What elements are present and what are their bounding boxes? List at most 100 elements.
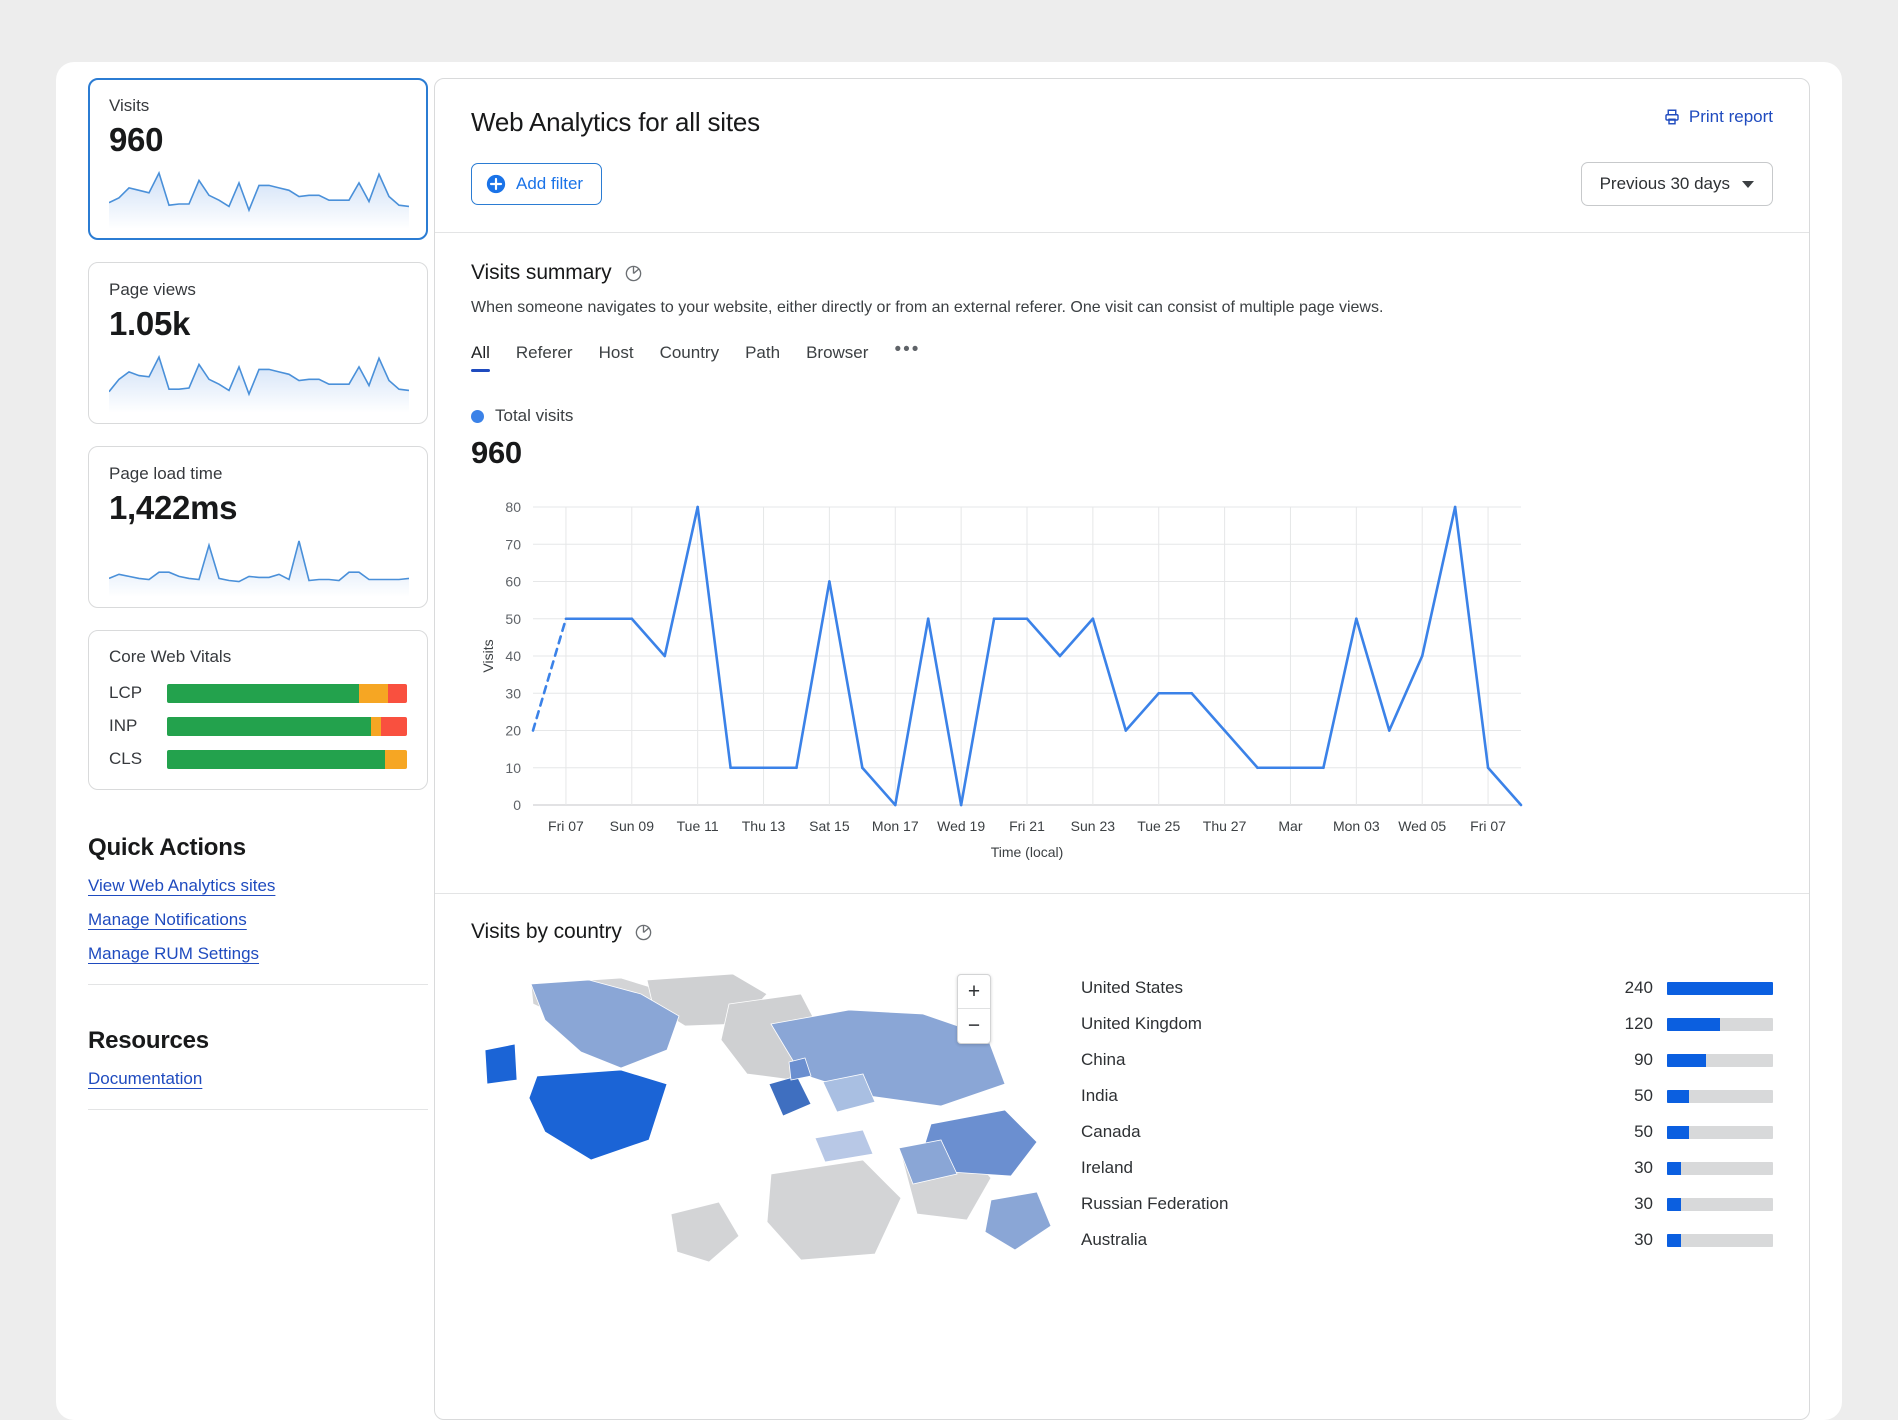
- divider: [88, 984, 428, 986]
- country-list: United States 240 United Kingdom 120 China 90…: [1081, 964, 1773, 1264]
- svg-text:50: 50: [505, 611, 521, 627]
- tab-referer[interactable]: Referer: [516, 343, 573, 372]
- cwv-key: LCP: [109, 683, 143, 703]
- cwv-segment-needs: [371, 716, 381, 736]
- svg-text:Wed 19: Wed 19: [937, 818, 985, 834]
- sparkline-page-views: [109, 355, 409, 414]
- cwv-row-lcp: LCP: [109, 683, 407, 703]
- tab-country[interactable]: Country: [660, 343, 720, 372]
- svg-text:0: 0: [513, 797, 521, 813]
- tab-all[interactable]: All: [471, 343, 490, 372]
- legend-total-value: 960: [471, 435, 522, 470]
- visits-chart-container: 0 10 20 30 40 50 60 70 80 Fri 07 Sun 09 Tue 11 Thu 1…: [471, 493, 1773, 873]
- metric-card-page-views[interactable]: Page views 1.05k: [88, 262, 428, 425]
- svg-text:Fri 21: Fri 21: [1009, 818, 1045, 834]
- svg-text:Tue 25: Tue 25: [1137, 818, 1180, 834]
- metric-label: Page views: [109, 280, 196, 300]
- add-filter-button[interactable]: Add filter: [471, 163, 603, 205]
- tab-host[interactable]: Host: [599, 343, 634, 372]
- country-bar-track: [1667, 1017, 1773, 1031]
- country-value: 30: [1634, 1194, 1653, 1213]
- plus-circle-icon: [486, 174, 506, 194]
- country-value: 30: [1634, 1158, 1653, 1177]
- cwv-key: CLS: [109, 749, 143, 769]
- country-bar-fill: [1667, 981, 1773, 995]
- legend-dot-total-visits: [471, 409, 484, 423]
- country-bar-fill: [1667, 1197, 1681, 1211]
- tabs-overflow-button[interactable]: •••: [894, 339, 920, 372]
- country-row[interactable]: Canada 50: [1081, 1114, 1773, 1150]
- svg-text:20: 20: [505, 723, 521, 739]
- country-row[interactable]: United States 240: [1081, 970, 1773, 1006]
- metric-value: 960: [109, 121, 164, 159]
- country-value: 30: [1634, 1230, 1653, 1249]
- map-zoom-in-button[interactable]: +: [958, 975, 990, 1009]
- print-report-label: Print report: [1688, 107, 1773, 126]
- cwv-segment-needs: [385, 749, 407, 769]
- map-zoom-out-button[interactable]: −: [958, 1009, 990, 1043]
- add-filter-label: Add filter: [516, 174, 584, 193]
- country-row[interactable]: United Kingdom 120: [1081, 1006, 1773, 1042]
- metric-card-visits[interactable]: Visits 960: [88, 78, 428, 241]
- date-range-select[interactable]: Previous 30 days: [1580, 162, 1773, 206]
- print-report-button[interactable]: Print report: [1663, 107, 1773, 127]
- visits-by-country-title: Visits by country: [471, 920, 622, 943]
- svg-text:Visits: Visits: [480, 639, 496, 672]
- country-value: 90: [1634, 1050, 1653, 1069]
- core-web-vitals-rows: LCP INP CLS: [109, 683, 407, 769]
- visits-summary-description: When someone navigates to your website, …: [471, 299, 1384, 316]
- metric-card-page-load-time[interactable]: Page load time 1,422ms: [88, 446, 428, 609]
- metric-value: 1,422ms: [109, 489, 238, 527]
- country-bar-track: [1667, 1053, 1773, 1067]
- resource-link-documentation[interactable]: Documentation: [88, 1069, 202, 1089]
- country-bar-fill: [1667, 1161, 1681, 1175]
- pie-chart-icon: [635, 924, 652, 940]
- metric-label: Page load time: [109, 464, 223, 484]
- svg-text:Sun 23: Sun 23: [1071, 818, 1116, 834]
- country-row[interactable]: China 90: [1081, 1042, 1773, 1078]
- country-bar-track: [1667, 981, 1773, 995]
- cwv-segment-good: [167, 749, 386, 769]
- country-bar-track: [1667, 1125, 1773, 1139]
- country-bar-track: [1667, 1233, 1773, 1247]
- country-name: United States: [1081, 978, 1184, 997]
- map-zoom-controls: + −: [957, 974, 991, 1044]
- svg-text:70: 70: [505, 536, 521, 552]
- metric-label: Visits: [109, 96, 150, 115]
- svg-text:Fri 07: Fri 07: [548, 818, 584, 834]
- visits-line-chart: 0 10 20 30 40 50 60 70 80 Fri 07 Sun 09 Tue 11 Thu 1…: [480, 499, 1523, 860]
- quick-action-link-notifications[interactable]: Manage Notifications: [88, 910, 247, 930]
- quick-action-link-view-sites[interactable]: View Web Analytics sites: [88, 876, 275, 896]
- resources-list: Documentation: [88, 1069, 414, 1103]
- country-name: Australia: [1081, 1230, 1148, 1249]
- country-name: India: [1081, 1086, 1118, 1105]
- country-row[interactable]: India 50: [1081, 1078, 1773, 1114]
- page-title: Web Analytics for all sites: [471, 107, 760, 137]
- svg-text:60: 60: [505, 574, 521, 590]
- cwv-row-inp: INP: [109, 716, 407, 736]
- country-row[interactable]: Australia 30: [1081, 1222, 1773, 1258]
- cwv-segment-needs: [359, 683, 388, 703]
- main-panel: Web Analytics for all sites Print report: [434, 78, 1810, 1420]
- tab-browser[interactable]: Browser: [806, 343, 868, 372]
- country-value: 240: [1624, 978, 1653, 997]
- country-bar-fill: [1667, 1089, 1690, 1103]
- country-row[interactable]: Ireland 30: [1081, 1150, 1773, 1186]
- country-name: Russian Federation: [1081, 1194, 1229, 1213]
- svg-text:Thu 27: Thu 27: [1203, 818, 1247, 834]
- visits-summary-tabs: All Referer Host Country Path Browser •••: [471, 339, 1773, 372]
- cwv-segment-poor: [387, 683, 407, 703]
- quick-action-link-rum-settings[interactable]: Manage RUM Settings: [88, 944, 259, 964]
- country-row[interactable]: Russian Federation 30: [1081, 1186, 1773, 1222]
- tab-path[interactable]: Path: [745, 343, 780, 372]
- cwv-segment-good: [167, 683, 359, 703]
- country-value: 120: [1624, 1014, 1653, 1033]
- world-map[interactable]: + −: [471, 964, 1061, 1264]
- country-value: 50: [1634, 1086, 1653, 1105]
- svg-text:10: 10: [505, 760, 521, 776]
- sidebar: Visits 960 Page views 1.05k Page load ti…: [56, 62, 428, 1420]
- cwv-row-cls: CLS: [109, 749, 407, 769]
- cwv-segment-good: [167, 716, 371, 736]
- country-name: United Kingdom: [1081, 1014, 1202, 1033]
- svg-text:Sat 15: Sat 15: [809, 818, 850, 834]
